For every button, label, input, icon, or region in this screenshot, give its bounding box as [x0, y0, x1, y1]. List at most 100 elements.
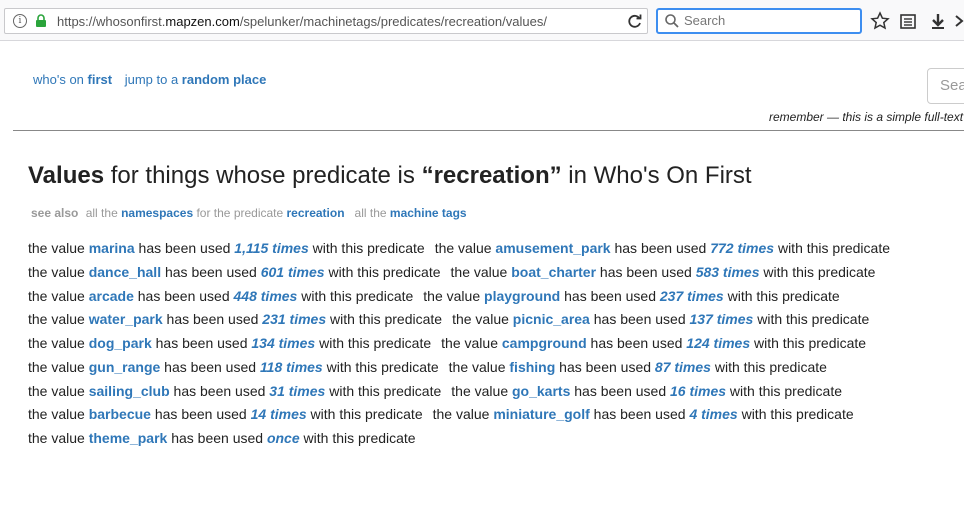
nav-jump-prefix: jump to a	[124, 72, 182, 87]
value-link[interactable]: marina	[89, 240, 135, 256]
site-search-input[interactable]: Sea	[927, 68, 964, 104]
value-link[interactable]: go_karts	[512, 383, 570, 399]
count-link[interactable]: 14 times	[251, 406, 307, 422]
value-item: the value theme_park has been used once …	[28, 430, 416, 446]
value-suffix: with this predicate	[759, 263, 876, 280]
value-middle: has been used	[610, 240, 711, 256]
value-link[interactable]: gun_range	[89, 359, 161, 375]
nav-random-place-link[interactable]: jump to a random place	[125, 72, 267, 87]
value-item: the value campground has been used 124 t…	[441, 335, 866, 351]
count-link[interactable]: 231 times	[262, 311, 326, 327]
value-link[interactable]: playground	[484, 288, 560, 304]
url-text[interactable]: https://whosonfirst.mapzen.com/spelunker…	[57, 14, 547, 29]
values-row: the value theme_park has been used once …	[28, 430, 900, 454]
count-link[interactable]: 31 times	[269, 383, 325, 399]
value-suffix: with this predicate	[322, 358, 439, 375]
title-text: for things whose predicate is	[104, 162, 422, 189]
value-middle: has been used	[589, 406, 690, 423]
machine-tags-link[interactable]: machine tags	[390, 206, 467, 220]
reader-view-icon[interactable]	[898, 11, 918, 31]
count-link[interactable]: 16 times	[670, 383, 726, 399]
namespaces-link[interactable]: namespaces	[121, 206, 193, 220]
value-suffix: with this predicate	[326, 311, 443, 328]
value-link[interactable]: sailing_club	[89, 383, 170, 399]
value-item: the value fishing has been used 87 times…	[449, 359, 827, 375]
value-link[interactable]: miniature_golf	[493, 406, 589, 422]
value-link[interactable]: barbecue	[89, 406, 151, 422]
value-link[interactable]: dog_park	[89, 335, 152, 351]
count-link[interactable]: 1,115 times	[234, 240, 308, 256]
value-link[interactable]: fishing	[509, 359, 555, 375]
info-icon[interactable]: i	[13, 14, 27, 28]
count-link[interactable]: 4 times	[689, 406, 737, 422]
url-bar[interactable]: i https://whosonfirst.mapzen.com/spelunk…	[4, 8, 648, 34]
values-row: the value sailing_club has been used 31 …	[28, 383, 900, 407]
count-link[interactable]: 118 times	[260, 359, 323, 375]
predicate-recreation-link[interactable]: recreation	[287, 206, 345, 220]
count-link[interactable]: 601 times	[261, 264, 325, 280]
browser-toolbar: i https://whosonfirst.mapzen.com/spelunk…	[0, 0, 964, 41]
bookmark-star-icon[interactable]	[870, 11, 890, 31]
value-prefix: the value	[423, 287, 485, 304]
values-list: the value marina has been used 1,115 tim…	[28, 240, 900, 454]
value-middle: has been used	[133, 287, 234, 304]
value-middle: has been used	[586, 335, 687, 351]
search-icon	[665, 14, 679, 28]
value-prefix: the value	[28, 287, 89, 304]
count-link[interactable]: 583 times	[696, 264, 760, 280]
value-suffix: with this predicate	[726, 382, 842, 399]
count-link[interactable]: 137 times	[690, 311, 754, 327]
see-also-text-1: all the	[85, 206, 122, 220]
url-prefix: https://whosonfirst.	[57, 14, 166, 29]
value-item: the value gun_range has been used 118 ti…	[28, 359, 439, 375]
count-link[interactable]: 134 times	[251, 335, 315, 351]
value-suffix: with this predicate	[753, 311, 870, 328]
value-link[interactable]: dance_hall	[89, 264, 161, 280]
see-also-text-2: for the predicate	[193, 206, 287, 220]
values-row: the value gun_range has been used 118 ti…	[28, 359, 900, 383]
download-icon[interactable]	[928, 11, 948, 31]
value-middle: has been used	[151, 335, 252, 351]
lock-icon[interactable]	[34, 14, 48, 28]
menu-overflow-icon[interactable]	[954, 11, 964, 31]
value-link[interactable]: theme_park	[89, 430, 168, 446]
count-link[interactable]: 87 times	[655, 359, 711, 375]
value-item: the value barbecue has been used 14 time…	[28, 406, 423, 422]
value-suffix: with this predicate	[308, 240, 425, 256]
browser-search-input[interactable]: Search	[656, 8, 862, 34]
reload-icon[interactable]	[626, 12, 644, 30]
value-link[interactable]: picnic_area	[513, 311, 590, 327]
search-placeholder: Search	[684, 13, 726, 28]
count-link[interactable]: 237 times	[660, 288, 724, 304]
site-nav: who's on first jump to a random place	[33, 72, 275, 87]
value-item: the value dance_hall has been used 601 t…	[28, 264, 441, 280]
url-path: /spelunker/machinetags/predicates/recrea…	[239, 14, 547, 29]
value-item: the value go_karts has been used 16 time…	[451, 383, 842, 399]
value-suffix: with this predicate	[774, 240, 891, 256]
values-row: the value dog_park has been used 134 tim…	[28, 335, 900, 359]
value-prefix: the value	[28, 430, 89, 446]
value-middle: has been used	[589, 311, 690, 328]
value-prefix: the value	[441, 335, 502, 351]
value-link[interactable]: campground	[502, 335, 587, 351]
see-also: see also all the namespaces for the pred…	[31, 206, 467, 220]
value-link[interactable]: water_park	[89, 311, 163, 327]
value-item: the value miniature_golf has been used 4…	[433, 406, 854, 422]
site-search-placeholder: Sea	[940, 77, 964, 94]
value-suffix: with this predicate	[315, 335, 432, 351]
value-link[interactable]: arcade	[89, 288, 134, 304]
value-suffix: with this predicate	[324, 263, 441, 280]
value-link[interactable]: amusement_park	[495, 240, 610, 256]
value-suffix: with this predicate	[737, 406, 854, 423]
count-link[interactable]: 772 times	[710, 240, 774, 256]
see-also-label: see also	[31, 206, 79, 220]
count-link[interactable]: 448 times	[234, 288, 298, 304]
value-link[interactable]: boat_charter	[511, 264, 596, 280]
count-link[interactable]: once	[267, 430, 300, 446]
value-item: the value playground has been used 237 t…	[423, 288, 839, 304]
value-prefix: the value	[28, 335, 89, 351]
value-suffix: with this predicate	[723, 287, 840, 304]
count-link[interactable]: 124 times	[686, 335, 750, 351]
search-hint: remember — this is a simple full-text	[769, 110, 964, 124]
nav-whos-on-first-link[interactable]: who's on first	[33, 72, 112, 87]
